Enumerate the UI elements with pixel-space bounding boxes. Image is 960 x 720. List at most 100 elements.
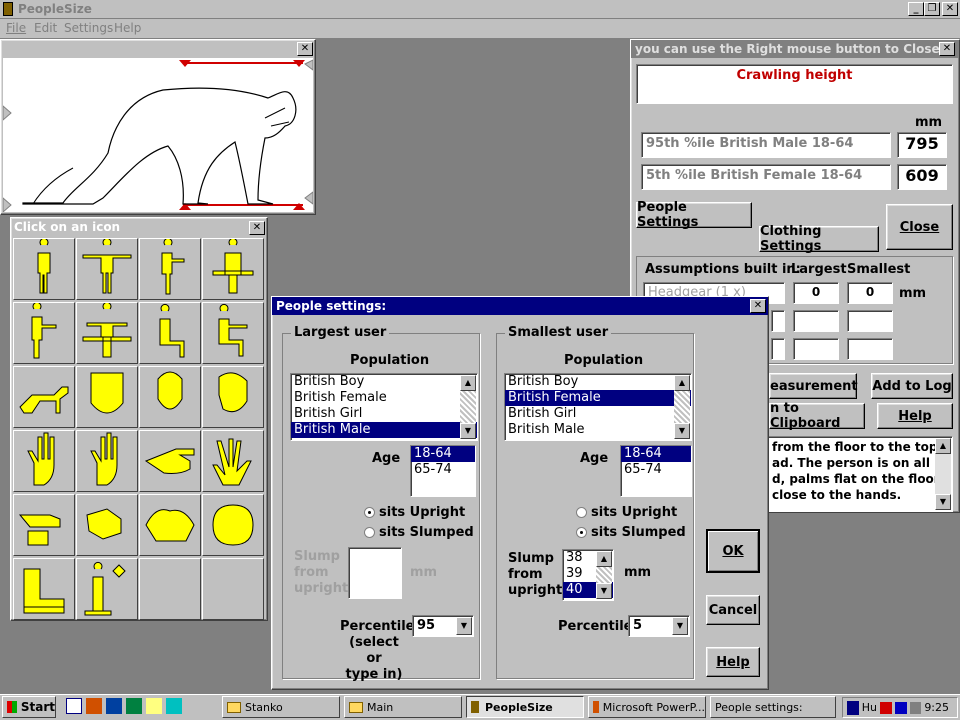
smallest-age-list[interactable]: 18-64 65-74	[620, 445, 692, 497]
close-button[interactable]: Close	[886, 204, 953, 250]
standing-front-icon[interactable]	[13, 237, 75, 300]
smallest-sits-upright-radio[interactable]: sits Upright	[576, 505, 677, 520]
hand-side-icon[interactable]	[139, 430, 201, 492]
headgear-smallest-field[interactable]: 0	[847, 282, 893, 304]
seated-side-icon[interactable]	[139, 302, 201, 364]
scroll-up-arrow-icon[interactable]: ▲	[460, 375, 476, 391]
close-app-button[interactable]: ✕	[942, 2, 958, 16]
largest-sits-slumped-radio[interactable]: sits Slumped	[364, 525, 474, 540]
list-scrollbar[interactable]: ▲ ▼	[674, 375, 690, 439]
assumption-field-3b[interactable]	[793, 338, 839, 360]
cancel-button[interactable]: Cancel	[706, 595, 760, 625]
quicklaunch-icon-5[interactable]	[146, 698, 162, 714]
standing-reach-icon[interactable]	[139, 237, 201, 300]
menu-settings[interactable]: Settings	[64, 21, 113, 35]
seated-reach-icon[interactable]	[202, 302, 264, 364]
taskbar-item-people-settings[interactable]: People settings:	[710, 696, 836, 718]
list-item[interactable]: 18-64	[411, 446, 475, 462]
description-scrollbar[interactable]: ▲ ▼	[935, 438, 951, 510]
chevron-down-icon[interactable]: ▼	[456, 617, 472, 635]
scroll-down-arrow-icon[interactable]: ▼	[935, 494, 951, 510]
quicklaunch-powerpoint-icon[interactable]	[86, 698, 102, 714]
standing-side-icon[interactable]	[13, 301, 75, 364]
assumption-field-2a[interactable]	[771, 310, 785, 332]
list-item[interactable]: British Male	[291, 422, 477, 438]
results-help-button[interactable]: Help	[877, 403, 953, 429]
quicklaunch-word-icon[interactable]	[106, 698, 122, 714]
headgear-largest-field[interactable]: 0	[793, 282, 839, 304]
taskbar-item-powerpoint[interactable]: Microsoft PowerP...	[588, 696, 706, 718]
minimize-button[interactable]: _	[908, 2, 924, 16]
people-settings-button[interactable]: People Settings	[636, 200, 752, 230]
taskbar-item-main[interactable]: Main	[344, 696, 462, 718]
scroll-up-arrow-icon[interactable]: ▲	[596, 551, 612, 567]
list-item[interactable]: British Boy	[291, 374, 477, 390]
tray-language[interactable]: Hu	[862, 701, 877, 714]
hand-grasp-icon[interactable]	[76, 494, 138, 556]
largest-sits-upright-radio[interactable]: sits Upright	[364, 505, 465, 520]
quicklaunch-icon-6[interactable]	[166, 698, 182, 714]
assumption-field-3a[interactable]	[771, 338, 785, 360]
assumption-field-3c[interactable]	[847, 338, 893, 360]
chevron-down-icon[interactable]: ▼	[672, 617, 688, 635]
dialog-help-button[interactable]: Help	[706, 647, 760, 677]
clock[interactable]: 9:25	[924, 701, 949, 714]
assumption-field-2b[interactable]	[793, 310, 839, 332]
largest-percentile-combo[interactable]: 95 ▼	[412, 615, 474, 637]
grip-ring-icon[interactable]	[202, 494, 264, 556]
dialog-close-x[interactable]: ✕	[750, 299, 766, 313]
list-item[interactable]: British Girl	[291, 406, 477, 422]
smallest-slump-spinner[interactable]: 38 39 40 ▲ ▼	[562, 549, 614, 601]
list-item[interactable]: British Male	[505, 422, 691, 438]
list-item[interactable]: British Boy	[505, 374, 691, 390]
hands-pinch-icon[interactable]	[139, 494, 201, 556]
taskbar-item-stanko[interactable]: Stanko	[222, 696, 340, 718]
tray-network-icon[interactable]	[894, 701, 907, 714]
list-item[interactable]: British Female	[505, 390, 691, 406]
list-scrollbar[interactable]: ▲ ▼	[460, 375, 476, 439]
list-item[interactable]: 65-74	[411, 462, 475, 478]
measurement-button[interactable]: easurement	[769, 373, 858, 399]
arms-table-icon[interactable]	[76, 301, 138, 364]
add-to-log-button[interactable]: Add to Log	[871, 373, 953, 399]
arms-out-icon[interactable]	[76, 237, 138, 300]
tray-app-icon[interactable]	[880, 701, 892, 714]
assumption-field-2c[interactable]	[847, 310, 893, 332]
menu-file[interactable]: File	[6, 21, 26, 35]
standing-rotate-icon[interactable]	[202, 237, 264, 300]
smallest-percentile-dropdown[interactable]: ▼	[672, 617, 688, 635]
scroll-down-arrow-icon[interactable]: ▼	[674, 423, 690, 439]
menu-help[interactable]: Help	[114, 21, 141, 35]
smallest-percentile-combo[interactable]: 5 ▼	[628, 615, 690, 637]
standing-scale-icon[interactable]	[76, 558, 138, 620]
ok-button[interactable]: OK	[706, 529, 760, 573]
face-front-icon[interactable]	[139, 366, 201, 428]
scroll-down-arrow-icon[interactable]: ▼	[460, 423, 476, 439]
list-item[interactable]: 18-64	[621, 446, 691, 462]
largest-percentile-dropdown[interactable]: ▼	[456, 617, 472, 635]
hand-grip-icon[interactable]	[76, 430, 138, 492]
start-button[interactable]: Start	[2, 696, 56, 718]
scroll-up-arrow-icon[interactable]: ▲	[935, 438, 951, 454]
scroll-up-arrow-icon[interactable]: ▲	[674, 375, 690, 391]
clothing-settings-button[interactable]: Clothing Settings	[759, 224, 879, 254]
figure-close-button[interactable]: ✕	[297, 42, 313, 56]
speaker-icon[interactable]	[909, 701, 922, 714]
quicklaunch-icon-1[interactable]	[66, 698, 82, 714]
hand-spread-icon[interactable]	[202, 430, 264, 492]
list-scrollbar[interactable]: ▲ ▼	[596, 551, 612, 599]
icon-palette-close-button[interactable]: ✕	[249, 221, 265, 235]
list-item[interactable]: British Female	[291, 390, 477, 406]
menu-edit[interactable]: Edit	[34, 21, 57, 35]
smallest-population-list[interactable]: British Boy British Female British Girl Bri…	[504, 373, 692, 441]
crawling-icon[interactable]	[13, 366, 75, 428]
shield-icon[interactable]	[847, 700, 859, 715]
hand-palm-icon[interactable]	[13, 430, 75, 492]
copy-to-clipboard-button[interactable]: n to Clipboard	[769, 401, 865, 431]
list-item[interactable]: 65-74	[621, 462, 691, 478]
scroll-down-arrow-icon[interactable]: ▼	[596, 583, 612, 599]
finger-point-icon[interactable]	[13, 494, 75, 556]
largest-age-list[interactable]: 18-64 65-74	[410, 445, 476, 497]
results-close-x[interactable]: ✕	[939, 42, 955, 56]
maximize-button[interactable]: ❐	[924, 2, 940, 16]
